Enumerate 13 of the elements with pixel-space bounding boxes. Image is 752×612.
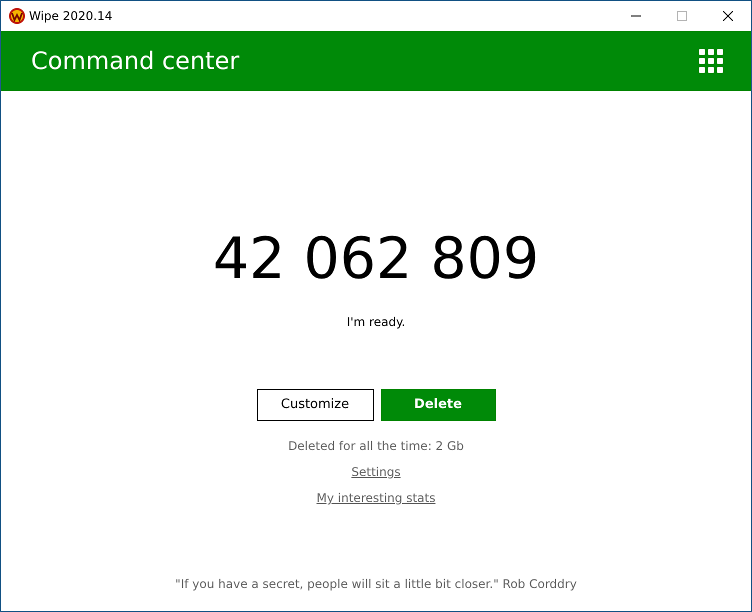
app-logo-icon [9,8,25,24]
quote-text: "If you have a secret, people will sit a little bit closer." Rob Corddry [175,576,577,593]
status-text: I'm ready. [346,314,406,331]
close-icon[interactable] [723,11,733,21]
apps-grid-icon[interactable] [699,49,723,73]
window-title: Wipe 2020.14 [29,8,112,25]
link[interactable]: My interesting stats [316,489,436,507]
deleted-total-text: Deleted for all the time: 2 Gb [288,438,464,455]
delete-button[interactable]: Delete [380,389,496,421]
header-title: Command center [31,46,240,77]
customize-button[interactable]: Customize [256,389,374,421]
link[interactable]: Settings [351,463,401,481]
counter-value: 42 062 809 [212,225,540,294]
